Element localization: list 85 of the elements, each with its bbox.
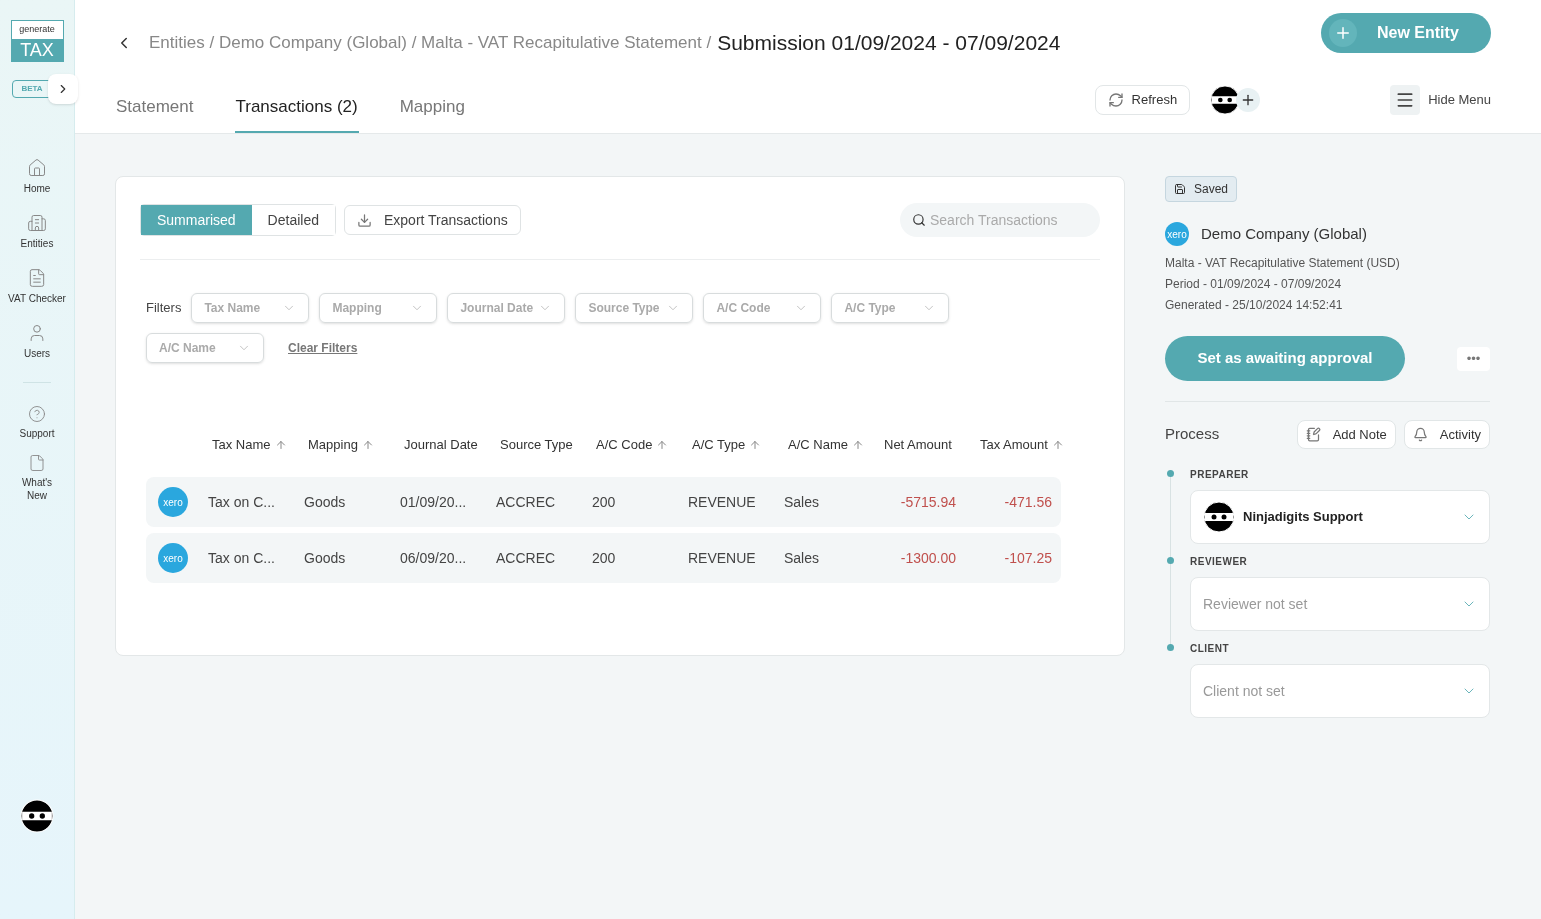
sidebar-item[interactable]: Home (7, 157, 67, 195)
column-header[interactable]: Tax Name (208, 435, 304, 455)
table-cell-text: REVENUE (688, 548, 757, 568)
company-name: Demo Company (Global) (1201, 223, 1367, 244)
table-cell-text: Goods (304, 548, 347, 568)
note-icon (1305, 427, 1321, 442)
column-header[interactable]: A/C Code (592, 435, 688, 455)
buildings-icon (27, 212, 47, 233)
sidebar-item[interactable]: Support (12, 404, 62, 440)
sort-icon (274, 439, 287, 451)
section-title: Process (1165, 424, 1220, 445)
column-header: Source Type (499, 436, 574, 455)
xero-logo: xero (1165, 222, 1189, 246)
filters-label: Filters (146, 299, 182, 318)
add-note-button[interactable]: Add Note (1296, 420, 1396, 449)
column-header[interactable]: Mapping (304, 435, 400, 455)
file-icon (28, 453, 46, 472)
step-label: REVIEWER (1190, 555, 1249, 569)
xero-logo: xero (158, 487, 188, 517)
saved-badge: Saved (1165, 176, 1238, 202)
table-cell-text: Tax on C... (208, 492, 276, 512)
table-cell-text: -5715.94 (899, 492, 957, 512)
table-cell-text: ACCREC (496, 548, 557, 568)
sidebar-item[interactable]: VAT Checker (7, 267, 67, 305)
sort-icon (749, 439, 762, 451)
column-header: Net Amount (883, 436, 953, 455)
column-header: Journal Date (403, 436, 479, 455)
statement-info: Malta - VAT Recapitulative Statement (USD) (1165, 255, 1401, 272)
table-cell-text: 200 (592, 548, 617, 568)
step-label: CLIENT (1190, 642, 1231, 656)
statement-info: Period - 01/09/2024 - 07/09/2024 (1165, 276, 1343, 293)
sort-icon (361, 439, 374, 451)
export-button[interactable]: Export Transactions (343, 205, 521, 235)
page-title: Submission 01/09/2024 - 07/09/2024 (717, 30, 1061, 57)
table-cell-text: REVENUE (688, 492, 757, 512)
statement-info: Generated - 25/10/2024 14:52:41 (1165, 297, 1344, 314)
sort-icon (1051, 439, 1064, 451)
table-cell-text: ACCREC (496, 492, 557, 512)
tab[interactable]: Transactions (2) (234, 82, 359, 133)
app-logo[interactable]: generate TAX (10, 20, 64, 62)
table-cell-text: 06/09/20... (400, 548, 468, 568)
table-cell-text: -471.56 (1003, 492, 1053, 512)
tab[interactable]: Mapping (398, 82, 466, 133)
column-header[interactable]: Tax Amount (976, 435, 1072, 455)
clear-filters-link[interactable]: Clear Filters (288, 339, 358, 357)
table-cell-text: -107.25 (1003, 548, 1053, 568)
add-user-button[interactable] (1236, 87, 1261, 112)
more-button[interactable]: ••• (1457, 346, 1490, 371)
assignee-dropdown[interactable]: Ninjadigits Support (1190, 490, 1490, 544)
sort-icon (656, 439, 669, 451)
column-header[interactable]: A/C Name (784, 435, 880, 455)
sidebar-item[interactable]: What's New (12, 453, 62, 502)
user-avatar (1203, 501, 1235, 533)
sidebar-item[interactable]: Users (7, 322, 67, 360)
column-header[interactable]: A/C Type (688, 435, 784, 455)
download-icon (356, 212, 372, 228)
activity-button[interactable]: Activity (1403, 420, 1490, 449)
sidebar-item[interactable]: Entities (7, 212, 67, 250)
table-cell-text: -1300.00 (899, 548, 957, 568)
save-icon (1174, 183, 1186, 195)
table-cell-text: Sales (784, 492, 821, 512)
help-icon (28, 404, 46, 423)
table-cell-text: 200 (592, 492, 617, 512)
plus-icon (1334, 24, 1352, 42)
user-avatar (1210, 84, 1241, 115)
table-cell-text: Sales (784, 548, 821, 568)
table-row[interactable]: xero Tax on C... Goods 01/09/20... ACCREC 200 REVENUE Sales -5715.94 -471.56 (146, 477, 1061, 527)
breadcrumb: Entities / Demo Company (Global) / Malta - VAT Recapitulative Statement / (149, 32, 712, 55)
refresh-icon (1107, 91, 1124, 108)
xero-logo: xero (158, 543, 188, 573)
table-cell-text: Tax on C... (208, 548, 276, 568)
table-row[interactable]: xero Tax on C... Goods 06/09/20... ACCREC 200 REVENUE Sales -1300.00 -107.25 (146, 533, 1061, 583)
tab[interactable]: Statement (115, 82, 195, 133)
sort-icon (851, 439, 864, 451)
hide-menu-button[interactable]: Hide Menu (1390, 84, 1491, 115)
user-avatar (20, 799, 54, 833)
home-icon (27, 157, 47, 178)
step-label: PREPARER (1190, 468, 1250, 482)
search-icon (912, 213, 926, 227)
search-field[interactable]: Search Transactions (900, 203, 1100, 237)
table-cell-text: 01/09/20... (400, 492, 468, 512)
document-icon (27, 267, 47, 288)
bell-icon (1412, 427, 1428, 442)
table-cell-text: Goods (304, 492, 347, 512)
refresh-button[interactable]: Refresh (1094, 84, 1191, 115)
